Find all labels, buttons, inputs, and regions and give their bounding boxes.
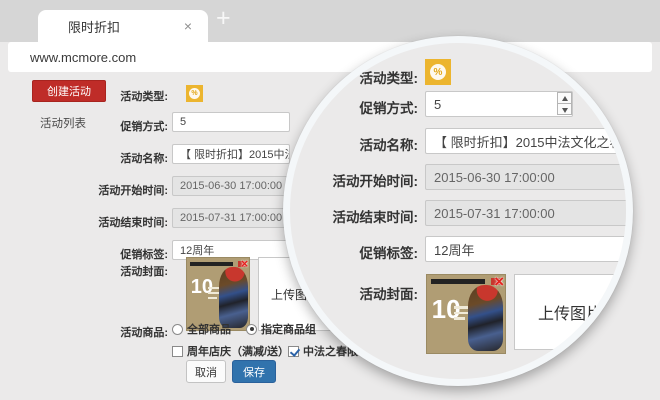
discount-percent-icon: % [425, 59, 451, 85]
promo-method-input[interactable]: 5 [425, 91, 573, 117]
browser-chrome: 限时折扣 × + [0, 0, 660, 42]
promo-tag-label: 促销标签: [283, 242, 418, 262]
promo-tag-label: 促销标签: [28, 246, 168, 262]
delete-image-icon[interactable]: × [494, 274, 504, 292]
poster-title-bar [190, 262, 233, 266]
checkbox-icon[interactable] [172, 346, 183, 357]
activity-cover-label: 活动封面: [283, 283, 418, 303]
activity-type-label: 活动类型: [283, 67, 418, 87]
end-time-label: 活动结束时间: [28, 214, 168, 230]
number-stepper[interactable] [557, 92, 572, 117]
end-time-input[interactable]: 2015-07-31 17:00:00 [172, 208, 290, 228]
end-time-input[interactable]: 2015-07-31 17:00:00 [425, 200, 633, 226]
promo-method-label: 促销方式: [283, 97, 418, 117]
poster-title-bar [431, 279, 486, 284]
start-time-input[interactable]: 2015-06-30 17:00:00 [172, 176, 290, 196]
activity-name-input[interactable]: 【 限时折扣】2015中法文化之春 [425, 128, 633, 154]
activity-name-label: 活动名称: [283, 134, 418, 154]
radio-icon[interactable] [172, 324, 183, 335]
activity-name-label: 活动名称: [28, 150, 168, 166]
activity-products-label: 活动商品: [28, 324, 168, 340]
tab-title: 限时折扣 [68, 17, 120, 36]
promo-tag-input[interactable]: 12周年 [425, 236, 633, 262]
cover-image-thumbnail: 10 × [426, 274, 506, 354]
url-text: www.mcmore.com [30, 50, 136, 65]
start-time-label: 活动开始时间: [283, 170, 418, 190]
poster-mask-face [219, 267, 248, 327]
end-time-label: 活动结束时间: [283, 206, 418, 226]
discount-percent-icon: % [186, 85, 203, 102]
save-button[interactable]: 保存 [232, 360, 276, 383]
radio-selected-icon[interactable] [246, 324, 257, 335]
cancel-button[interactable]: 取消 [186, 360, 226, 383]
activity-type-label: 活动类型: [28, 88, 168, 104]
checkbox-anniversary[interactable]: 周年店庆（满减/送） [172, 343, 289, 359]
activity-name-input[interactable]: 【 限时折扣】2015中法文化之春 [172, 144, 290, 164]
checkbox-checked-icon[interactable] [288, 346, 299, 357]
cover-image-thumbnail: 10 × [186, 257, 250, 331]
stepper-down-icon[interactable] [557, 103, 572, 115]
activity-cover-label: 活动封面: [28, 263, 168, 279]
poster-mask-face [468, 285, 504, 351]
radio-all-products[interactable]: 全部商品 [172, 321, 231, 337]
start-time-label: 活动开始时间: [28, 182, 168, 198]
magnifier-circle: 活动类型: % 促销方式: 5 活动名称: 【 限时折扣】2015中法文化之春 … [283, 36, 633, 386]
new-tab-icon[interactable]: + [216, 4, 231, 33]
upload-image-button[interactable]: 上传图片 [514, 274, 626, 350]
delete-image-icon[interactable]: × [241, 257, 249, 271]
start-time-input[interactable]: 2015-06-30 17:00:00 [425, 164, 633, 190]
browser-window: 限时折扣 × + www.mcmore.com 创建活动 活动列表 活动类型: … [0, 0, 660, 400]
promo-method-label: 促销方式: [28, 118, 168, 134]
browser-tab[interactable]: 限时折扣 × [38, 10, 208, 42]
radio-product-group[interactable]: 指定商品组 [246, 321, 316, 337]
close-tab-icon[interactable]: × [184, 18, 192, 34]
promo-method-input[interactable]: 5 [172, 112, 290, 132]
